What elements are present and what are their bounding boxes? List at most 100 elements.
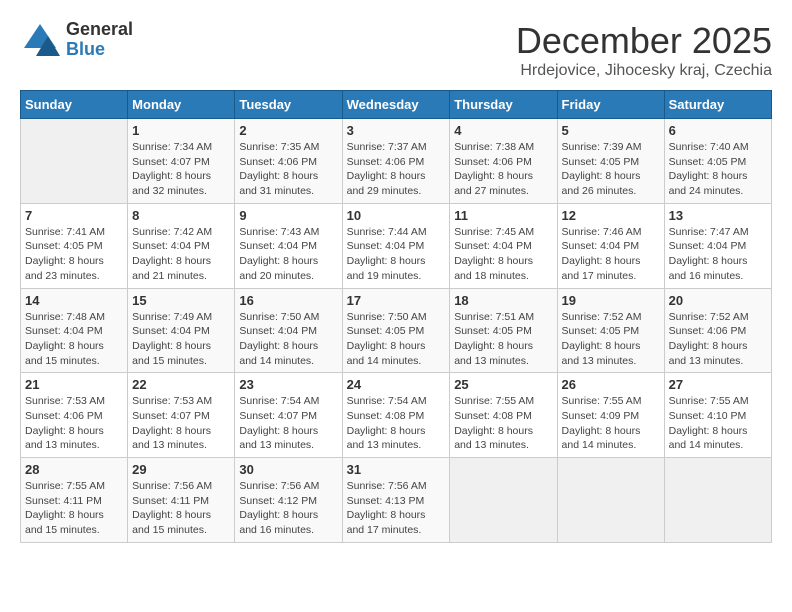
location-title: Hrdejovice, Jihocesky kraj, Czechia (516, 62, 772, 80)
day-detail: Sunrise: 7:55 AMSunset: 4:11 PMDaylight:… (25, 479, 123, 538)
day-cell: 5 Sunrise: 7:39 AMSunset: 4:05 PMDaylight… (557, 119, 664, 204)
day-number: 24 (347, 377, 446, 392)
day-number: 25 (454, 377, 552, 392)
day-cell: 9 Sunrise: 7:43 AMSunset: 4:04 PMDaylight… (235, 203, 342, 288)
header-cell-thursday: Thursday (450, 91, 557, 119)
day-number: 13 (669, 208, 767, 223)
day-cell: 20Sunrise: 7:52 AMSunset: 4:06 PMDayligh… (664, 288, 771, 373)
calendar-table: SundayMondayTuesdayWednesdayThursdayFrid… (20, 90, 772, 543)
day-number: 15 (132, 293, 230, 308)
day-cell: 16Sunrise: 7:50 AMSunset: 4:04 PMDayligh… (235, 288, 342, 373)
day-number: 17 (347, 293, 446, 308)
title-area: December 2025 Hrdejovice, Jihocesky kraj… (516, 20, 772, 80)
day-cell: 23 Sunrise: 7:54 AMSunset: 4:07 PMDayligh… (235, 373, 342, 458)
day-detail: Sunrise: 7:56 AMSunset: 4:12 PMDaylight:… (239, 479, 337, 538)
day-detail: Sunrise: 7:47 AMSunset: 4:04 PMDaylight:… (669, 225, 767, 284)
day-number: 10 (347, 208, 446, 223)
day-cell (664, 458, 771, 543)
day-number: 12 (562, 208, 660, 223)
day-cell (557, 458, 664, 543)
day-number: 19 (562, 293, 660, 308)
header-cell-friday: Friday (557, 91, 664, 119)
header-cell-sunday: Sunday (21, 91, 128, 119)
header-cell-monday: Monday (128, 91, 235, 119)
day-number: 18 (454, 293, 552, 308)
day-cell: 22Sunrise: 7:53 AMSunset: 4:07 PMDayligh… (128, 373, 235, 458)
day-detail: Sunrise: 7:34 AMSunset: 4:07 PMDaylight:… (132, 140, 230, 199)
day-cell: 31 Sunrise: 7:56 AMSunset: 4:13 PMDayligh… (342, 458, 450, 543)
day-number: 27 (669, 377, 767, 392)
day-detail: Sunrise: 7:37 AMSunset: 4:06 PMDaylight:… (347, 140, 446, 199)
day-number: 23 (239, 377, 337, 392)
day-detail: Sunrise: 7:35 AMSunset: 4:06 PMDaylight:… (239, 140, 337, 199)
month-title: December 2025 (516, 20, 772, 62)
week-row-4: 28 Sunrise: 7:55 AMSunset: 4:11 PMDayligh… (21, 458, 772, 543)
day-detail: Sunrise: 7:52 AMSunset: 4:06 PMDaylight:… (669, 310, 767, 369)
day-cell: 18 Sunrise: 7:51 AMSunset: 4:05 PMDayligh… (450, 288, 557, 373)
day-detail: Sunrise: 7:52 AMSunset: 4:05 PMDaylight:… (562, 310, 660, 369)
day-number: 3 (347, 123, 446, 138)
day-detail: Sunrise: 7:54 AMSunset: 4:07 PMDaylight:… (239, 394, 337, 453)
day-detail: Sunrise: 7:44 AMSunset: 4:04 PMDaylight:… (347, 225, 446, 284)
day-detail: Sunrise: 7:50 AMSunset: 4:05 PMDaylight:… (347, 310, 446, 369)
day-detail: Sunrise: 7:39 AMSunset: 4:05 PMDaylight:… (562, 140, 660, 199)
day-detail: Sunrise: 7:55 AMSunset: 4:10 PMDaylight:… (669, 394, 767, 453)
header-row: SundayMondayTuesdayWednesdayThursdayFrid… (21, 91, 772, 119)
day-number: 31 (347, 462, 446, 477)
day-cell: 3 Sunrise: 7:37 AMSunset: 4:06 PMDaylight… (342, 119, 450, 204)
day-cell: 1 Sunrise: 7:34 AMSunset: 4:07 PMDaylight… (128, 119, 235, 204)
day-cell: 21Sunrise: 7:53 AMSunset: 4:06 PMDayligh… (21, 373, 128, 458)
day-number: 11 (454, 208, 552, 223)
day-cell: 26 Sunrise: 7:55 AMSunset: 4:09 PMDayligh… (557, 373, 664, 458)
day-cell: 2 Sunrise: 7:35 AMSunset: 4:06 PMDaylight… (235, 119, 342, 204)
day-detail: Sunrise: 7:55 AMSunset: 4:08 PMDaylight:… (454, 394, 552, 453)
day-cell: 15 Sunrise: 7:49 AMSunset: 4:04 PMDayligh… (128, 288, 235, 373)
logo-general: General (66, 20, 133, 40)
calendar-header: SundayMondayTuesdayWednesdayThursdayFrid… (21, 91, 772, 119)
day-number: 16 (239, 293, 337, 308)
day-cell: 12Sunrise: 7:46 AMSunset: 4:04 PMDayligh… (557, 203, 664, 288)
day-number: 4 (454, 123, 552, 138)
day-cell: 6Sunrise: 7:40 AMSunset: 4:05 PMDaylight… (664, 119, 771, 204)
day-number: 14 (25, 293, 123, 308)
day-detail: Sunrise: 7:38 AMSunset: 4:06 PMDaylight:… (454, 140, 552, 199)
day-detail: Sunrise: 7:51 AMSunset: 4:05 PMDaylight:… (454, 310, 552, 369)
day-detail: Sunrise: 7:41 AMSunset: 4:05 PMDaylight:… (25, 225, 123, 284)
day-cell: 13 Sunrise: 7:47 AMSunset: 4:04 PMDayligh… (664, 203, 771, 288)
day-cell: 8 Sunrise: 7:42 AMSunset: 4:04 PMDaylight… (128, 203, 235, 288)
day-detail: Sunrise: 7:56 AMSunset: 4:13 PMDaylight:… (347, 479, 446, 538)
day-number: 22 (132, 377, 230, 392)
logo-icon (20, 20, 60, 60)
day-cell: 10 Sunrise: 7:44 AMSunset: 4:04 PMDayligh… (342, 203, 450, 288)
day-cell: 27 Sunrise: 7:55 AMSunset: 4:10 PMDayligh… (664, 373, 771, 458)
logo-blue: Blue (66, 40, 133, 60)
day-detail: Sunrise: 7:40 AMSunset: 4:05 PMDaylight:… (669, 140, 767, 199)
day-cell: 4 Sunrise: 7:38 AMSunset: 4:06 PMDaylight… (450, 119, 557, 204)
day-cell: 7 Sunrise: 7:41 AMSunset: 4:05 PMDaylight… (21, 203, 128, 288)
day-number: 30 (239, 462, 337, 477)
day-number: 28 (25, 462, 123, 477)
day-number: 2 (239, 123, 337, 138)
day-number: 26 (562, 377, 660, 392)
day-detail: Sunrise: 7:55 AMSunset: 4:09 PMDaylight:… (562, 394, 660, 453)
header-cell-tuesday: Tuesday (235, 91, 342, 119)
day-detail: Sunrise: 7:42 AMSunset: 4:04 PMDaylight:… (132, 225, 230, 284)
day-number: 1 (132, 123, 230, 138)
logo-text: General Blue (66, 20, 133, 60)
day-cell: 30 Sunrise: 7:56 AMSunset: 4:12 PMDayligh… (235, 458, 342, 543)
day-number: 9 (239, 208, 337, 223)
page-header: General Blue December 2025 Hrdejovice, J… (20, 20, 772, 80)
day-number: 29 (132, 462, 230, 477)
week-row-2: 14 Sunrise: 7:48 AMSunset: 4:04 PMDayligh… (21, 288, 772, 373)
day-detail: Sunrise: 7:49 AMSunset: 4:04 PMDaylight:… (132, 310, 230, 369)
day-cell: 11Sunrise: 7:45 AMSunset: 4:04 PMDayligh… (450, 203, 557, 288)
day-cell: 28 Sunrise: 7:55 AMSunset: 4:11 PMDayligh… (21, 458, 128, 543)
day-number: 8 (132, 208, 230, 223)
day-detail: Sunrise: 7:43 AMSunset: 4:04 PMDaylight:… (239, 225, 337, 284)
day-number: 7 (25, 208, 123, 223)
day-detail: Sunrise: 7:48 AMSunset: 4:04 PMDaylight:… (25, 310, 123, 369)
day-cell: 14 Sunrise: 7:48 AMSunset: 4:04 PMDayligh… (21, 288, 128, 373)
day-number: 5 (562, 123, 660, 138)
day-cell: 17 Sunrise: 7:50 AMSunset: 4:05 PMDayligh… (342, 288, 450, 373)
day-cell (21, 119, 128, 204)
